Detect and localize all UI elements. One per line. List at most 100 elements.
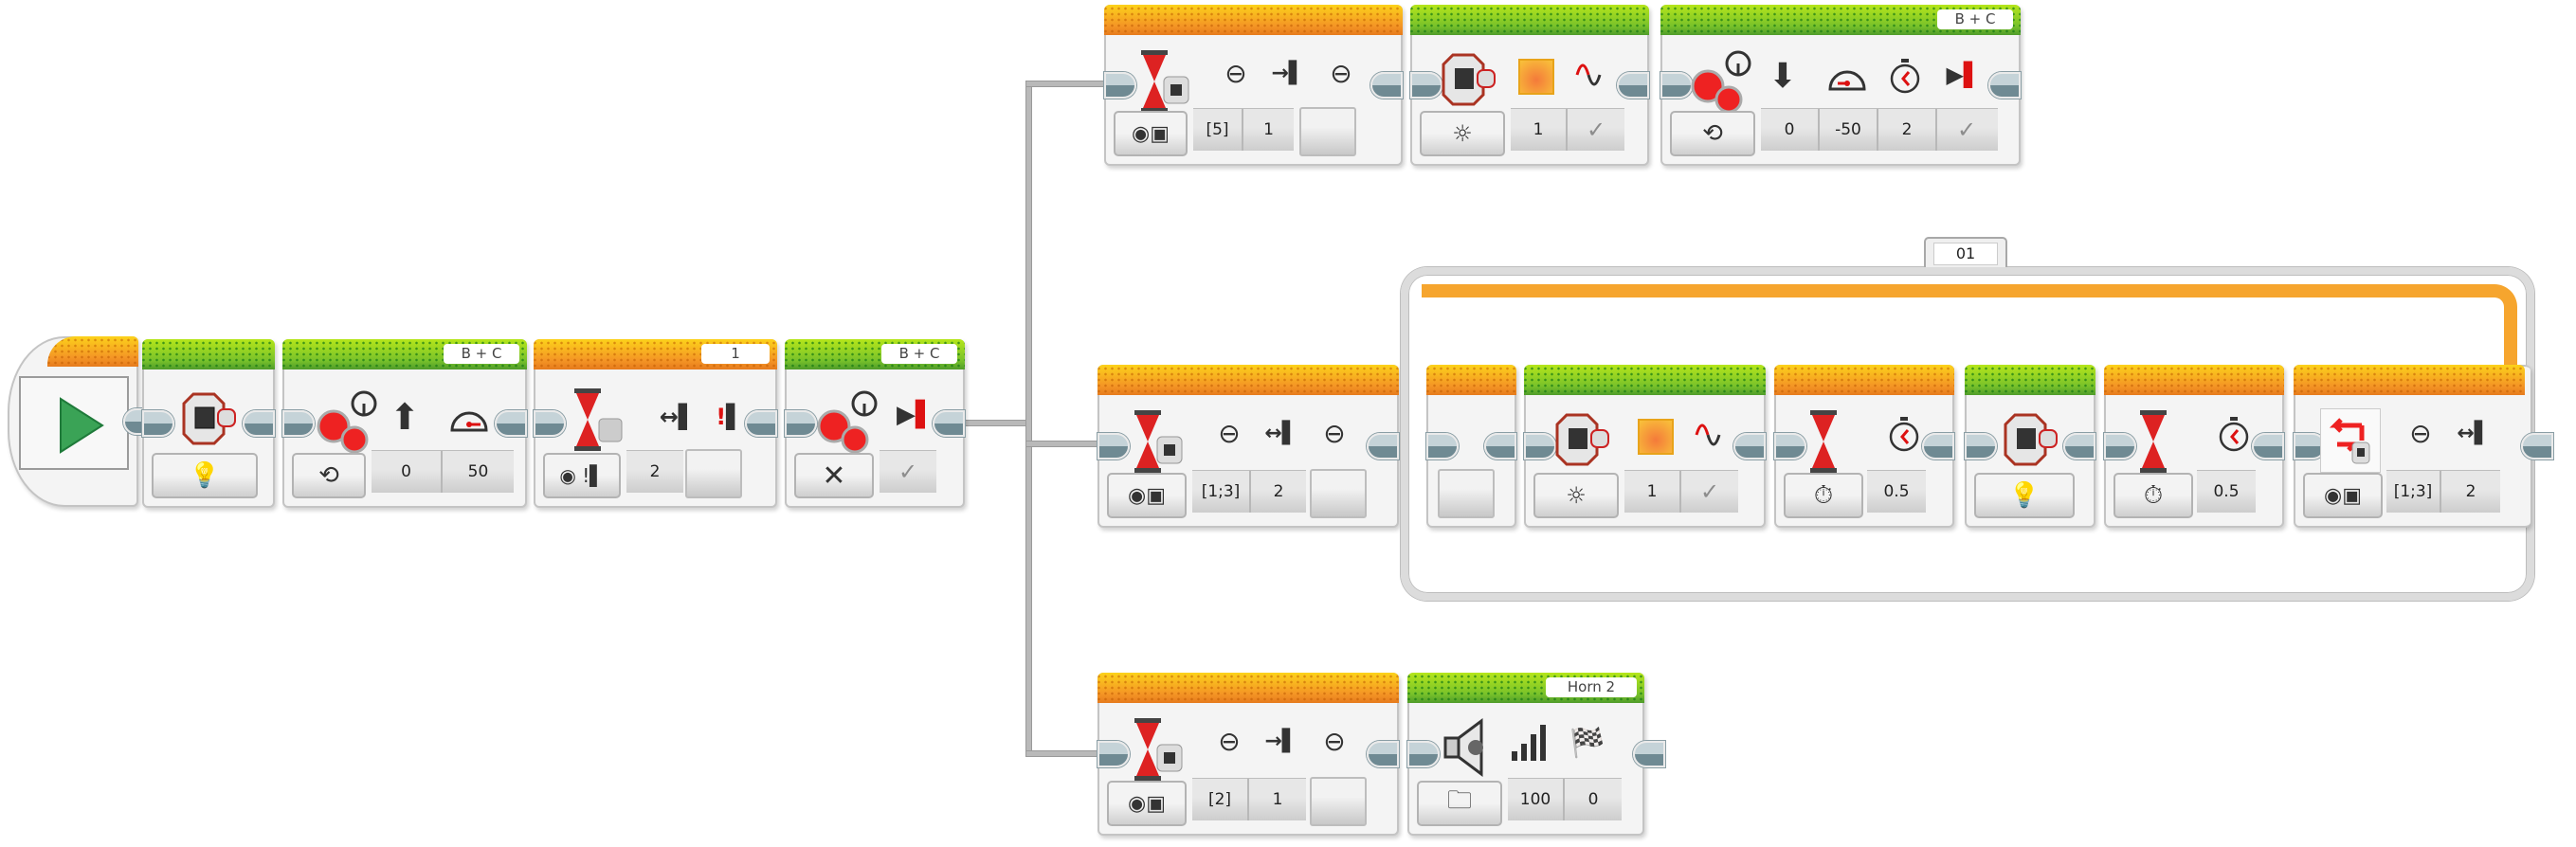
port-selector[interactable]: 1	[701, 344, 770, 364]
output-slot	[1299, 107, 1356, 156]
loop-entry-block[interactable]	[1426, 365, 1516, 528]
pulse-icon	[1573, 54, 1611, 96]
sequence-in-port[interactable]	[1774, 433, 1806, 460]
mode-selector[interactable]: ⏱	[1784, 473, 1863, 518]
wait-brick-buttons-block[interactable]: ⊖ →▌ ⊖ ◉▣ [2] 1	[1098, 673, 1399, 836]
sequence-out-port[interactable]	[243, 410, 275, 437]
sequence-out-port[interactable]	[1733, 433, 1766, 460]
brake-value[interactable]: ✓	[1937, 109, 1996, 151]
pulse-icon	[1693, 414, 1731, 456]
button-ids-value[interactable]: [1;3]	[1192, 471, 1251, 513]
mode-selector[interactable]: ⟲	[292, 453, 366, 498]
action-value[interactable]: 1	[1249, 779, 1306, 820]
sequence-out-port[interactable]	[1617, 72, 1649, 99]
power-value[interactable]: 50	[443, 451, 514, 493]
volume-value[interactable]: 100	[1508, 779, 1565, 820]
wait-hourglass-icon	[1803, 408, 1844, 475]
wait-brick-buttons-block[interactable]: ⊖ →▌ ⊖ ◉▣ [5] 1	[1104, 5, 1403, 166]
button-ids-value[interactable]: [5]	[1193, 109, 1243, 151]
sequence-out-port[interactable]	[1484, 433, 1516, 460]
mode-selector[interactable]: ✕	[794, 453, 874, 498]
sequence-out-port[interactable]	[1633, 741, 1665, 767]
port-selector[interactable]: B + C	[1937, 9, 2013, 29]
sequence-in-port[interactable]	[1965, 433, 1997, 460]
sequence-out-port[interactable]	[2521, 433, 2553, 460]
pulse-value[interactable]: ✓	[1681, 471, 1738, 513]
color-value[interactable]: 1	[1511, 109, 1568, 151]
sequence-in-port[interactable]	[1426, 433, 1459, 460]
sequence-out-port[interactable]	[1367, 433, 1399, 460]
action-value[interactable]: 2	[1251, 471, 1306, 513]
loop-name-text[interactable]: 01	[1933, 243, 1998, 265]
mode-selector[interactable]: ☼	[1420, 111, 1505, 156]
threshold-value[interactable]: 2	[626, 451, 683, 493]
mode-selector[interactable]: ◉▣	[1107, 781, 1187, 826]
color-value[interactable]: 1	[1624, 471, 1681, 513]
mode-selector[interactable]: 💡	[1974, 473, 2075, 518]
sequence-in-port[interactable]	[282, 410, 315, 437]
steering-value[interactable]: 0	[372, 451, 443, 493]
sequence-in-port[interactable]	[534, 410, 566, 437]
loop-name-label[interactable]: 01	[1924, 237, 2007, 267]
wait-time-block[interactable]: ⏱ 0.5	[1774, 365, 1954, 528]
button-ids-value[interactable]: [1;3]	[2386, 471, 2441, 513]
sequence-out-port[interactable]	[1988, 72, 2021, 99]
move-steering-block[interactable]: B + C ⬆ ⟲ 0 50	[282, 339, 527, 508]
seconds-value[interactable]: 0.5	[1867, 471, 1926, 513]
mode-selector[interactable]: 🗀	[1417, 781, 1502, 826]
steering-value[interactable]: 0	[1761, 109, 1820, 151]
mode-selector[interactable]: ⏱	[2113, 473, 2193, 518]
seconds-value[interactable]: 2	[1878, 109, 1937, 151]
action-value[interactable]: 1	[1243, 109, 1294, 151]
brake-value[interactable]: ✓	[880, 451, 936, 493]
start-block[interactable]	[8, 336, 155, 507]
action-value[interactable]: 2	[2441, 471, 2500, 513]
sequence-out-port[interactable]	[1370, 72, 1403, 99]
pulse-value[interactable]: ✓	[1568, 109, 1624, 151]
param-strip: [5] 1	[1193, 108, 1294, 151]
mode-selector[interactable]: 💡	[152, 453, 258, 498]
play-type-value[interactable]: 0	[1565, 779, 1622, 820]
brick-status-light-block[interactable]: 💡	[1965, 365, 2095, 528]
speedometer-icon	[1825, 56, 1869, 96]
sequence-in-port[interactable]	[1407, 741, 1440, 767]
mode-selector[interactable]: ◉▣	[1107, 473, 1187, 518]
mode-selector[interactable]: ⟲	[1670, 111, 1755, 156]
mode-selector[interactable]: ☼	[1533, 473, 1619, 518]
wait-brick-button-icon	[1124, 408, 1190, 475]
brick-status-light-block[interactable]: ☼ 1 ✓	[1410, 5, 1649, 166]
sound-block[interactable]: Horn 2 🏁 🗀 100 0	[1407, 673, 1665, 836]
loop-index-slot	[1438, 469, 1495, 518]
move-steering-off-block[interactable]: B + C ▶ ▌ ✕ ✓	[785, 339, 965, 508]
sequence-out-port[interactable]	[495, 410, 527, 437]
sequence-out-port[interactable]	[2063, 433, 2095, 460]
mode-selector[interactable]: ◉▣	[2303, 473, 2383, 518]
sequence-in-port[interactable]	[142, 410, 174, 437]
sequence-out-port[interactable]	[1922, 433, 1954, 460]
sequence-out-port[interactable]	[2252, 433, 2284, 460]
sequence-in-port[interactable]	[785, 410, 817, 437]
port-selector[interactable]: B + C	[444, 344, 519, 364]
sequence-in-port[interactable]	[2104, 433, 2136, 460]
button-ids-value[interactable]: [2]	[1192, 779, 1249, 820]
wait-block[interactable]: 1 ↔▌ ! ▌ ◉ !▌ 2	[534, 339, 777, 508]
sequence-out-port[interactable]	[745, 410, 777, 437]
wait-brick-buttons-block[interactable]: ⊖ ↔▌ ⊖ ◉▣ [1;3] 2	[1098, 365, 1399, 528]
block-header: B + C	[785, 339, 965, 369]
move-steering-seconds-block[interactable]: B + C ⬇ ▶ ▌ ⟲ 0 -50 2 ✓	[1660, 5, 2021, 166]
mode-selector[interactable]: ◉▣	[1114, 111, 1188, 156]
brick-status-light-block[interactable]: 💡	[142, 339, 275, 508]
block-header	[1426, 365, 1516, 395]
brick-status-light-block[interactable]: ☼ 1 ✓	[1524, 365, 1766, 528]
port-selector[interactable]: B + C	[881, 344, 957, 364]
block-header: B + C	[1660, 5, 2021, 35]
wait-time-block[interactable]: ⏱ 0.5	[2104, 365, 2284, 528]
power-value[interactable]: -50	[1820, 109, 1878, 151]
mode-selector[interactable]: ◉ !▌	[543, 453, 621, 498]
sequence-out-port[interactable]	[933, 410, 965, 437]
sound-file-selector[interactable]: Horn 2	[1546, 677, 1637, 697]
loop-exit-condition-block[interactable]: ⊖ ↔▌ ◉▣ [1;3] 2	[2294, 365, 2553, 528]
button-ids-icon: ⊖	[1218, 417, 1241, 449]
seconds-value[interactable]: 0.5	[2197, 471, 2256, 513]
sequence-out-port[interactable]	[1367, 741, 1399, 767]
